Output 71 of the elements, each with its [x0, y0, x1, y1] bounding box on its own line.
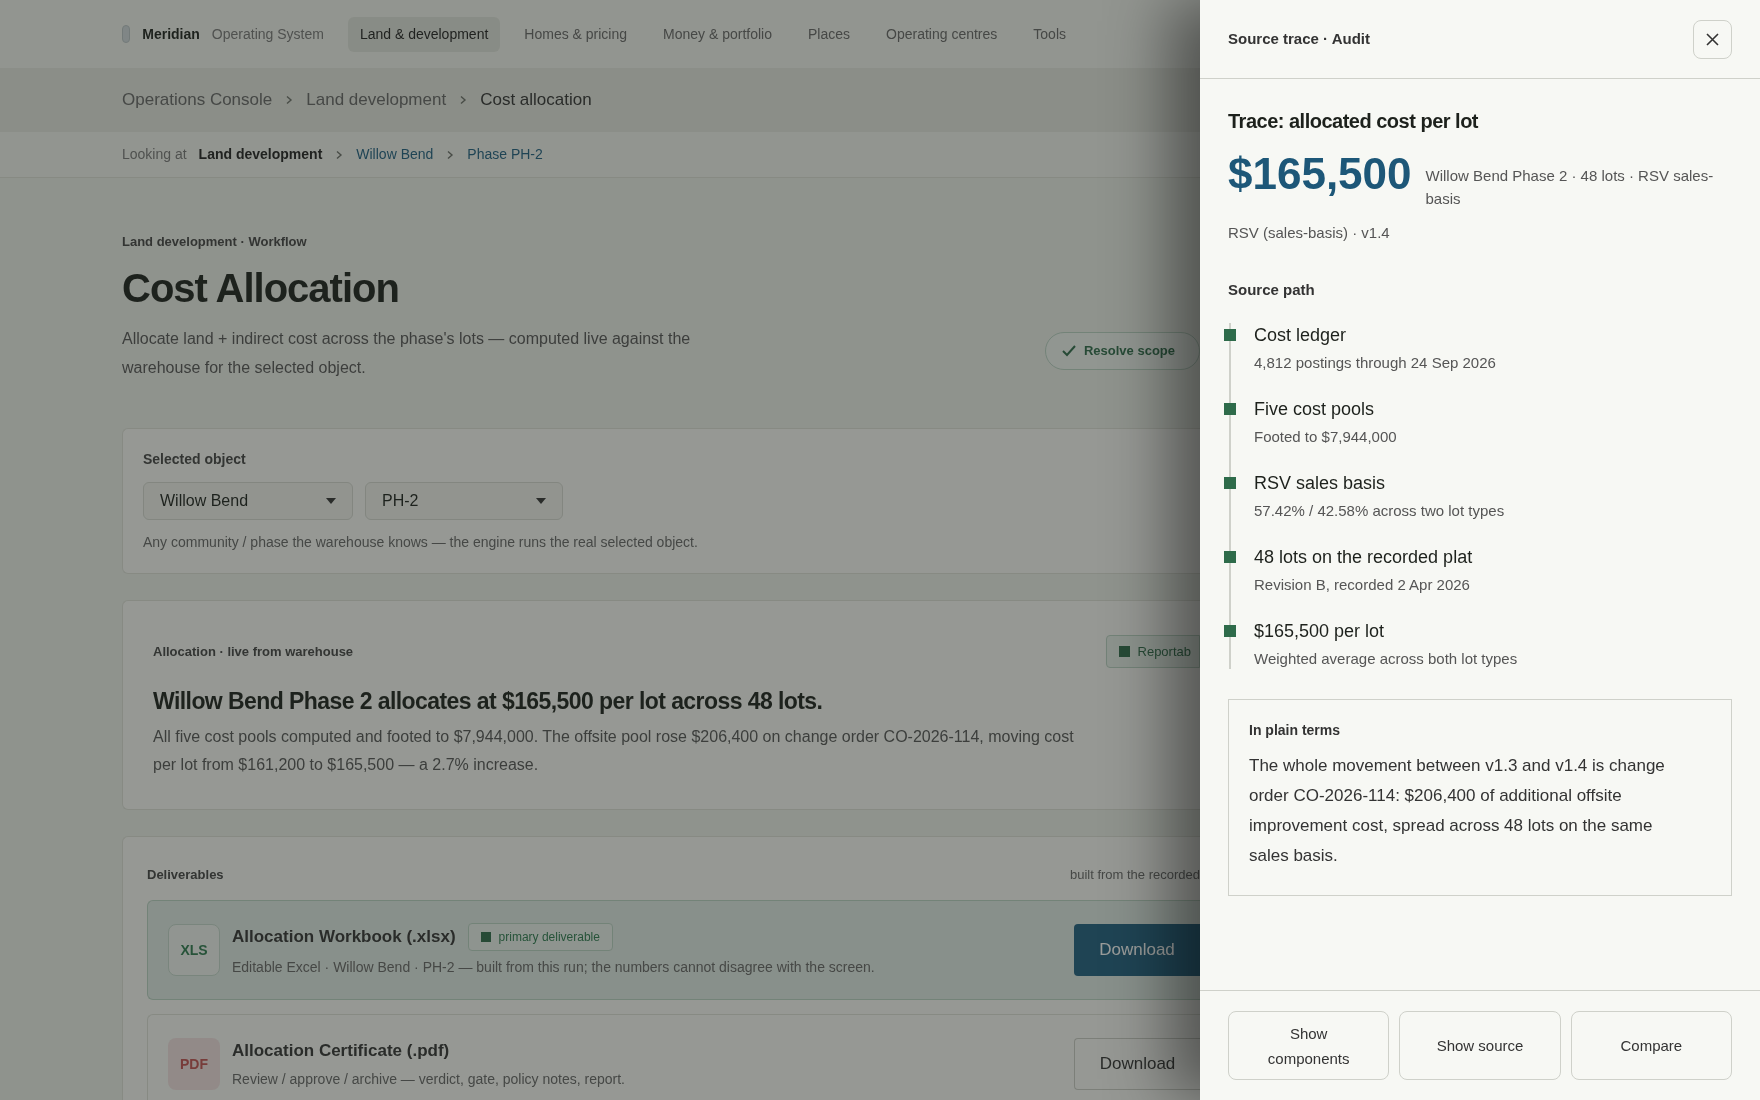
- step-detail: Revision B, recorded 2 Apr 2026: [1254, 575, 1471, 595]
- nav-tab[interactable]: Land & development: [347, 16, 501, 52]
- allocation-headline: Willow Bend Phase 2 allocates at $165,500 per lot across 48 lots.: [153, 687, 824, 716]
- allocation-eyebrow: Allocation · live from warehouse: [153, 642, 354, 661]
- panel-header: Source trace · Audit: [1228, 28, 1370, 49]
- step-title: RSV sales basis: [1254, 472, 1387, 495]
- page-eyebrow: Land development · Workflow: [122, 233, 308, 251]
- resolve-scope-button[interactable]: Resolve scope: [1044, 331, 1200, 370]
- brand-name: Meridian: [142, 24, 200, 44]
- step-detail: Weighted average across both lot types: [1254, 649, 1518, 669]
- community-select[interactable]: Willow Bend: [143, 481, 353, 520]
- step-detail: 4,812 postings through 24 Sep 2026: [1254, 353, 1496, 373]
- step-title: Five cost pools: [1254, 398, 1376, 421]
- action-button[interactable]: Show components: [1228, 1011, 1390, 1080]
- nav-tab[interactable]: Money & portfolio: [651, 16, 784, 52]
- deliverable-description: Review / approve / archive — verdict, gate, policy notes, report.: [232, 1070, 626, 1090]
- deliverable-title: Allocation Certificate (.pdf): [232, 1039, 450, 1062]
- spreadsheet-file-icon: XLS: [168, 924, 220, 976]
- method-label: RSV (sales-basis) · v1.4: [1228, 223, 1391, 243]
- step-marker-icon: [1224, 625, 1236, 637]
- deliverable-description: Editable Excel · Willow Bend · PH-2 — built from this run; the numbers cannot disagree with the screen.: [232, 957, 876, 977]
- pdf-file-icon: PDF: [168, 1038, 220, 1090]
- action-button[interactable]: Compare: [1570, 1011, 1732, 1080]
- breadcrumb-item[interactable]: Land development: [306, 87, 447, 113]
- caret-icon: [536, 497, 546, 504]
- primary-tag: primary deliverable: [467, 922, 613, 951]
- step-marker-icon: [1224, 329, 1236, 341]
- step-marker-icon: [1224, 403, 1236, 415]
- phase-select[interactable]: PH-2: [365, 481, 563, 520]
- plain-terms-title: In plain terms: [1249, 721, 1342, 740]
- breadcrumb-item: Cost allocation: [480, 89, 592, 112]
- nav-tab[interactable]: Places: [796, 16, 862, 52]
- step-marker-icon: [1224, 477, 1236, 489]
- breadcrumb-item[interactable]: Operations Console: [122, 87, 273, 113]
- step-marker-icon: [1224, 551, 1236, 563]
- step-detail: Footed to $7,944,000: [1254, 427, 1397, 447]
- deliverable-title: Allocation Workbook (.xlsx): [232, 925, 456, 948]
- page-description: Allocate land + indirect cost across the phase's lots — computed live against the warehouse for the selected object.: [122, 328, 692, 378]
- step-title: Cost ledger: [1254, 324, 1348, 347]
- nav-tab[interactable]: Homes & pricing: [512, 16, 640, 52]
- plain-terms-text: The whole movement between v1.3 and v1.4 is change order CO-2026-114: $206,400 of additional offsite improvement cost, spread across 48 lots on the same sales basis.: [1249, 755, 1666, 867]
- step-detail: 57.42% / 42.58% across two lot types: [1254, 501, 1505, 521]
- field-label: Selected object: [143, 449, 247, 469]
- page-title: Cost Allocation: [122, 264, 400, 312]
- nav-tab[interactable]: Operating centres: [874, 16, 1010, 52]
- close-button[interactable]: [1693, 19, 1732, 59]
- deliverables-title: Deliverables: [147, 865, 224, 884]
- reportable-badge: Reportab: [1105, 634, 1200, 668]
- looking-at-label: Looking at: [122, 145, 187, 164]
- trace-title: Trace: allocated cost per lot: [1228, 109, 1480, 134]
- trace-value: $165,500: [1228, 148, 1412, 200]
- check-icon: [1061, 344, 1076, 357]
- download-button[interactable]: Download: [1074, 1038, 1200, 1090]
- source-path-title: Source path: [1228, 279, 1316, 300]
- product-name: Operating System: [211, 24, 324, 44]
- scope-link[interactable]: Phase PH-2: [467, 144, 543, 165]
- logo-icon: [122, 25, 131, 43]
- scope-link[interactable]: Willow Bend: [356, 144, 434, 165]
- download-button[interactable]: Download: [1074, 924, 1200, 976]
- caret-icon: [326, 497, 336, 504]
- step-title: 48 lots on the recorded plat: [1254, 546, 1473, 569]
- allocation-summary: All five cost pools computed and footed to $7,944,000. The offsite pool rose $206,400 on change order CO-2026-114, moving cost per lot from $161,200 to $165,500 — a 2.7% increase.: [153, 726, 1075, 775]
- status-square-icon: [1118, 645, 1130, 657]
- close-icon: [1706, 32, 1719, 46]
- trace-value-note: Willow Bend Phase 2 · 48 lots · RSV sales-basis: [1425, 166, 1715, 209]
- field-hint: Any community / phase the warehouse knows — the engine runs the real selected object.: [143, 532, 699, 552]
- nav-tab[interactable]: Tools: [1021, 16, 1078, 52]
- scope-item: Land development: [198, 145, 323, 164]
- step-title: $165,500 per lot: [1254, 620, 1386, 643]
- action-button[interactable]: Show source: [1399, 1011, 1561, 1080]
- status-square-icon: [480, 931, 491, 942]
